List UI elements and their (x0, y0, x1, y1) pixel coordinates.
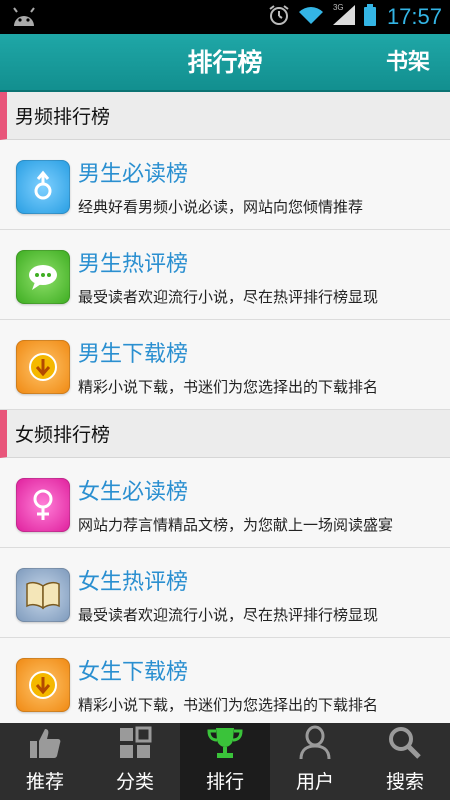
list-item-female-downloads[interactable]: 女生下载榜 精彩小说下载，书迷们为您选择出的下载排名 (0, 638, 450, 723)
list-item-title: 男生下载榜 (78, 342, 189, 367)
bottom-navigation: 推荐 分类 排行 用户 搜索 (0, 723, 450, 800)
list-item-description: 经典好看男频小说必读，网站向您倾情推荐 (78, 198, 364, 216)
alarm-icon (267, 3, 291, 31)
user-icon (298, 723, 332, 763)
list-item-female-must-read[interactable]: 女生必读榜 网站力荐言情精品文榜，为您献上一场阅读盛宴 (0, 458, 450, 548)
thumbs-up-icon (27, 723, 63, 763)
list-item-male-must-read[interactable]: 男生必读榜 经典好看男频小说必读，网站向您倾情推荐 (0, 140, 450, 230)
nav-item-recommend[interactable]: 推荐 (0, 723, 90, 800)
clock: 17:57 (386, 4, 442, 29)
android-icon (10, 6, 38, 32)
chat-bubble-icon (16, 250, 70, 304)
list-item-title: 女生下载榜 (78, 660, 189, 685)
male-symbol-icon (16, 160, 70, 214)
female-symbol-icon (16, 478, 70, 532)
download-icon (16, 658, 70, 712)
nav-label: 分类 (115, 771, 154, 793)
section-header-male: 男频排行榜 (0, 92, 450, 140)
trophy-icon (206, 723, 244, 763)
list-item-description: 最受读者欢迎流行小说，尽在热评排行榜显现 (78, 606, 379, 624)
list-item-male-downloads[interactable]: 男生下载榜 精彩小说下载，书迷们为您选择出的下载排名 (0, 320, 450, 410)
section-header-female: 女频排行榜 (0, 410, 450, 458)
wifi-icon (297, 4, 325, 30)
page-title: 排行榜 (187, 48, 263, 77)
list-item-female-hot-comments[interactable]: 女生热评榜 最受读者欢迎流行小说，尽在热评排行榜显现 (0, 548, 450, 638)
nav-item-search[interactable]: 搜索 (360, 723, 450, 800)
app-header: 排行榜 书架 (0, 34, 450, 92)
list-item-description: 精彩小说下载，书迷们为您选择出的下载排名 (78, 696, 379, 714)
list-item-title: 女生热评榜 (78, 570, 189, 595)
status-bar: 3G 17:57 (0, 0, 450, 34)
list-item-title: 男生热评榜 (78, 252, 189, 277)
grid-icon (118, 723, 152, 763)
list-item-male-hot-comments[interactable]: 男生热评榜 最受读者欢迎流行小说，尽在热评排行榜显现 (0, 230, 450, 320)
battery-icon (363, 3, 377, 31)
nav-label: 推荐 (25, 771, 64, 793)
bookshelf-button[interactable]: 书架 (386, 34, 430, 92)
list-item-description: 网站力荐言情精品文榜，为您献上一场阅读盛宴 (78, 516, 394, 534)
nav-label: 排行 (205, 771, 244, 793)
list-item-description: 最受读者欢迎流行小说，尽在热评排行榜显现 (78, 288, 379, 306)
nav-item-user[interactable]: 用户 (270, 723, 360, 800)
list-item-title: 男生必读榜 (78, 162, 189, 187)
nav-label: 搜索 (385, 771, 424, 793)
list-item-title: 女生必读榜 (78, 480, 189, 505)
signal-icon: 3G (331, 3, 357, 31)
nav-item-ranking[interactable]: 排行 (180, 723, 270, 800)
network-type-label: 3G (332, 3, 344, 12)
ranking-list: 男频排行榜 男生必读榜 经典好看男频小说必读，网站向您倾情推荐 男生热评榜 最受… (0, 92, 450, 723)
list-item-description: 精彩小说下载，书迷们为您选择出的下载排名 (78, 378, 379, 396)
open-book-icon (16, 568, 70, 622)
search-icon (387, 723, 423, 763)
nav-label: 用户 (295, 771, 334, 793)
download-icon (16, 340, 70, 394)
nav-item-category[interactable]: 分类 (90, 723, 180, 800)
